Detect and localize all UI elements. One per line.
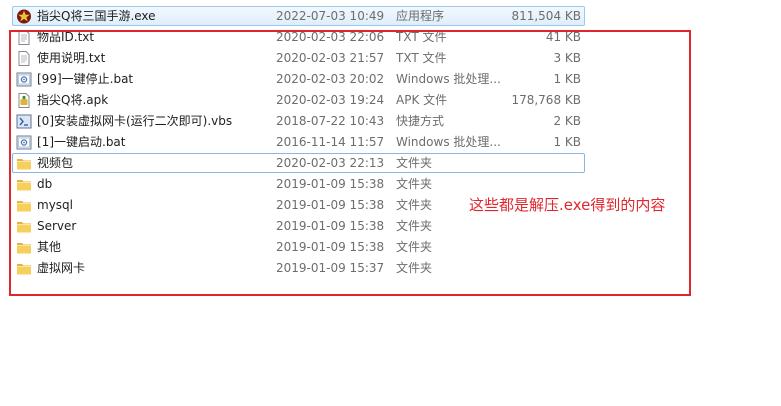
file-row[interactable]: [99]一键停止.bat 2020-02-03 20:02 Windows 批处理.…	[12, 69, 585, 89]
file-size: 1 KB	[553, 135, 581, 149]
exe-star-icon	[16, 9, 32, 24]
file-name: 视频包	[37, 156, 74, 170]
folder-icon	[16, 177, 32, 192]
file-row[interactable]: 指尖Q将三国手游.exe 2022-07-03 10:49 应用程序 811,504 …	[12, 6, 585, 26]
annotation-text: 这些都是解压.exe得到的内容	[469, 196, 666, 214]
file-size: 1 KB	[553, 72, 581, 86]
file-size: 41 KB	[545, 30, 581, 44]
apk-file-icon	[16, 93, 32, 108]
file-row[interactable]: [1]一键启动.bat 2016-11-14 11:57 Windows 批处理..…	[12, 132, 585, 152]
file-type: 文件夹	[396, 198, 433, 212]
file-name: 物品ID.txt	[37, 30, 95, 44]
file-type: TXT 文件	[396, 51, 447, 65]
file-name: 其他	[37, 240, 62, 254]
file-date-modified: 2019-01-09 15:38	[276, 240, 385, 254]
file-size: 3 KB	[553, 51, 581, 65]
folder-icon	[16, 156, 32, 171]
file-date-modified: 2020-02-03 21:57	[276, 51, 385, 65]
file-name: [99]一键停止.bat	[37, 72, 134, 86]
file-type: APK 文件	[396, 93, 448, 107]
file-name: 使用说明.txt	[37, 51, 106, 65]
file-row[interactable]: 物品ID.txt 2020-02-03 22:06 TXT 文件 41 KB	[12, 27, 585, 47]
file-date-modified: 2020-02-03 20:02	[276, 72, 385, 86]
file-row[interactable]: Server 2019-01-09 15:38 文件夹	[12, 216, 585, 236]
file-type: Windows 批处理...	[396, 135, 501, 149]
folder-icon	[16, 240, 32, 255]
file-size: 178,768 KB	[511, 93, 581, 107]
file-date-modified: 2019-01-09 15:38	[276, 198, 385, 212]
file-row[interactable]: 视频包 2020-02-03 22:13 文件夹	[12, 153, 585, 173]
file-row[interactable]: db 2019-01-09 15:38 文件夹	[12, 174, 585, 194]
file-date-modified: 2022-07-03 10:49	[276, 9, 385, 23]
file-type: 文件夹	[396, 219, 433, 233]
file-date-modified: 2019-01-09 15:38	[276, 219, 385, 233]
file-name: [0]安装虚拟网卡(运行二次即可).vbs	[37, 114, 233, 128]
file-date-modified: 2020-02-03 22:06	[276, 30, 385, 44]
file-type: 文件夹	[396, 261, 433, 275]
script-file-icon	[16, 114, 32, 129]
text-file-icon	[16, 30, 32, 45]
file-name: 指尖Q将三国手游.exe	[37, 9, 156, 23]
file-date-modified: 2019-01-09 15:37	[276, 261, 385, 275]
file-name: [1]一键启动.bat	[37, 135, 126, 149]
file-row[interactable]: 虚拟网卡 2019-01-09 15:37 文件夹	[12, 258, 585, 278]
file-size: 811,504 KB	[511, 9, 581, 23]
file-date-modified: 2020-02-03 19:24	[276, 93, 385, 107]
file-type: 快捷方式	[396, 114, 445, 128]
file-date-modified: 2018-07-22 10:43	[276, 114, 385, 128]
batch-file-icon	[16, 135, 32, 150]
folder-icon	[16, 198, 32, 213]
file-size: 2 KB	[553, 114, 581, 128]
text-file-icon	[16, 51, 32, 66]
file-type: Windows 批处理...	[396, 72, 501, 86]
file-name: mysql	[37, 198, 73, 212]
file-date-modified: 2016-11-14 11:57	[276, 135, 385, 149]
file-type: 文件夹	[396, 156, 433, 170]
file-row[interactable]: 使用说明.txt 2020-02-03 21:57 TXT 文件 3 KB	[12, 48, 585, 68]
file-row[interactable]: 其他 2019-01-09 15:38 文件夹	[12, 237, 585, 257]
file-name: 指尖Q将.apk	[37, 93, 109, 107]
file-date-modified: 2019-01-09 15:38	[276, 177, 385, 191]
file-row[interactable]: [0]安装虚拟网卡(运行二次即可).vbs 2018-07-22 10:43 快捷方…	[12, 111, 585, 131]
file-name: db	[37, 177, 53, 191]
folder-icon	[16, 261, 32, 276]
file-date-modified: 2020-02-03 22:13	[276, 156, 385, 170]
file-row[interactable]: 指尖Q将.apk 2020-02-03 19:24 APK 文件 178,768 KB	[12, 90, 585, 110]
file-type: 应用程序	[396, 9, 445, 23]
file-name: 虚拟网卡	[37, 261, 86, 275]
file-name: Server	[37, 219, 77, 233]
folder-icon	[16, 219, 32, 234]
file-type: TXT 文件	[396, 30, 447, 44]
file-type: 文件夹	[396, 240, 433, 254]
file-type: 文件夹	[396, 177, 433, 191]
batch-file-icon	[16, 72, 32, 87]
